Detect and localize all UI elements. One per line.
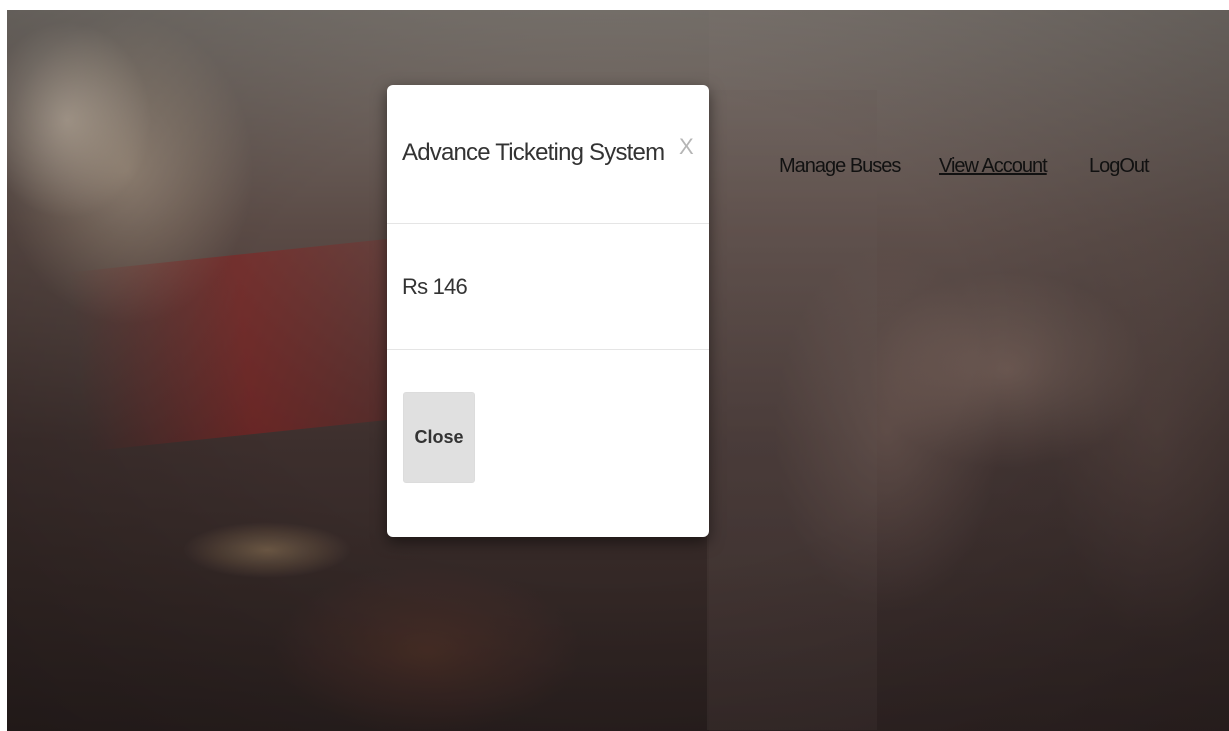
fare-modal: Advance Ticketing System X Rs 146 Close — [387, 85, 709, 537]
close-icon[interactable]: X — [679, 134, 694, 160]
nav-logout[interactable]: LogOut — [1089, 155, 1150, 178]
fare-amount: Rs 146 — [402, 274, 468, 299]
modal-header: Advance Ticketing System X — [387, 85, 709, 224]
modal-title: Advance Ticketing System — [402, 139, 665, 166]
modal-footer: Close — [387, 350, 709, 537]
close-button[interactable]: Close — [403, 392, 475, 483]
nav-view-account[interactable]: View Account — [939, 155, 1048, 178]
modal-body: Rs 146 — [387, 224, 709, 350]
nav-manage-buses[interactable]: Manage Buses — [779, 155, 901, 178]
